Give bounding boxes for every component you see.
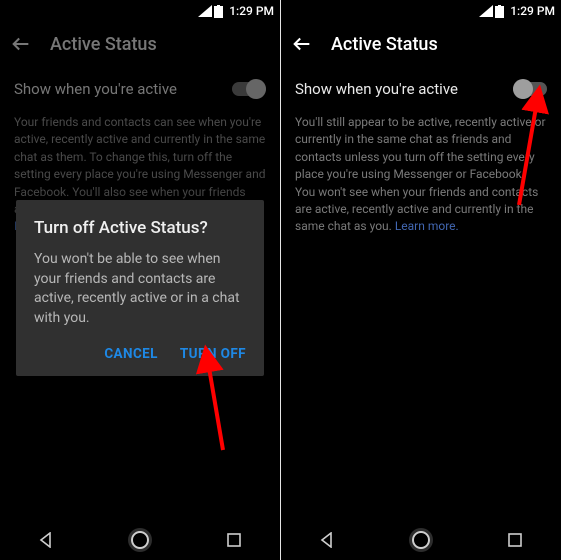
android-nav-bar [281,520,561,560]
page-title: Active Status [331,34,438,55]
nav-back-icon[interactable] [38,532,54,548]
nav-recent-icon[interactable] [507,532,523,548]
app-header: Active Status [0,22,280,66]
active-status-toggle[interactable] [232,82,266,96]
clock-text: 1:29 PM [510,4,555,18]
cancel-button[interactable]: CANCEL [104,346,158,362]
setting-label: Show when you're active [14,80,177,98]
dialog-title: Turn off Active Status? [34,218,246,238]
confirm-dialog: Turn off Active Status? You won't be abl… [16,200,264,376]
app-header: Active Status [281,22,561,66]
description-text: You'll still appear to be active, recent… [295,115,546,233]
active-status-toggle[interactable] [513,82,547,96]
nav-recent-icon[interactable] [226,532,242,548]
page-title: Active Status [50,34,157,55]
signal-icon [479,5,493,17]
setting-row: Show when you're active [0,66,280,108]
dialog-message: You won't be able to see when your frien… [34,250,246,328]
status-bar: 1:29 PM [281,0,561,22]
back-icon[interactable] [10,33,32,55]
phone-left: 1:29 PM Active Status Show when you're a… [0,0,280,560]
setting-label: Show when you're active [295,80,458,98]
turn-off-button[interactable]: TURN OFF [180,346,246,362]
nav-back-icon[interactable] [319,532,335,548]
dialog-actions: CANCEL TURN OFF [34,342,246,368]
nav-home-icon[interactable] [131,531,149,549]
clock-text: 1:29 PM [229,4,274,18]
battery-icon [495,5,504,18]
setting-row: Show when you're active [281,66,561,108]
back-icon[interactable] [291,33,313,55]
battery-icon [214,5,223,18]
learn-more-link[interactable]: Learn more. [395,219,459,233]
nav-home-icon[interactable] [412,531,430,549]
android-nav-bar [0,520,280,560]
status-bar: 1:29 PM [0,0,280,22]
phone-right: 1:29 PM Active Status Show when you're a… [281,0,561,560]
signal-icon [198,5,212,17]
setting-description: You'll still appear to be active, recent… [281,108,561,236]
